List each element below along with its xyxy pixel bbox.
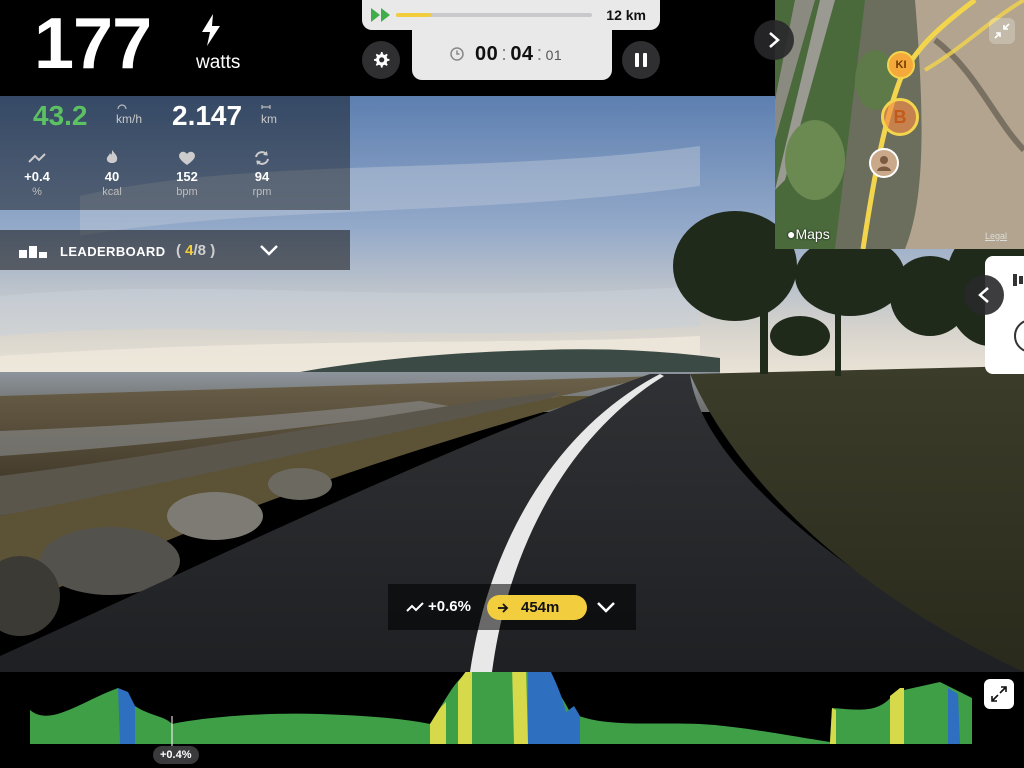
time-fraction: 01 — [545, 47, 563, 63]
profile-band-yellow-2 — [458, 672, 472, 744]
leaderboard-icon — [19, 246, 47, 258]
fast-forward-icon[interactable] — [371, 8, 391, 22]
pause-icon — [635, 53, 647, 67]
heart-rate-stat: 152 bpm — [157, 150, 217, 198]
time-hours: 00 — [475, 43, 499, 65]
profile-band-yellow-1 — [430, 702, 446, 744]
profile-band-yellow-3 — [512, 672, 528, 744]
my-position-marker[interactable] — [869, 148, 899, 178]
calories-stat: 40 kcal — [82, 150, 142, 198]
expand-elevation-button[interactable] — [984, 679, 1014, 709]
incline-icon — [28, 153, 46, 163]
collapse-map-button[interactable] — [989, 18, 1015, 44]
timer-panel: 00:04:01 — [412, 30, 612, 80]
rider-marker-b[interactable]: B — [881, 98, 919, 136]
cadence-stat: 94 rpm — [232, 150, 292, 198]
distance-value: 2.147 — [172, 100, 243, 131]
power-value: 177 — [34, 4, 152, 84]
calories-unit: kcal — [102, 186, 122, 198]
profile-band-blue-2 — [566, 706, 580, 744]
stats-panel: 43.2 km/h 2.147 km +0.4 % 40 kcal 152 bp… — [0, 96, 350, 210]
leaderboard-rank: 4 — [185, 242, 194, 259]
side-panel-card[interactable] — [985, 256, 1024, 374]
cadence-value: 94 — [254, 169, 270, 184]
rider-marker-ki[interactable]: KI — [887, 51, 915, 79]
map-legal-link[interactable]: Legal — [985, 231, 1007, 241]
flame-icon — [106, 150, 118, 163]
side-panel-prev-button[interactable] — [964, 275, 1004, 315]
upcoming-grade-bar: +0.6% 454m — [388, 584, 636, 630]
heart-rate-unit: bpm — [176, 186, 198, 198]
gear-icon — [374, 52, 390, 68]
route-progress-fill — [396, 13, 432, 17]
speed-unit: km/h — [116, 112, 143, 126]
chevron-right-icon — [769, 32, 780, 48]
route-map[interactable]: KI B ●Maps Legal — [775, 0, 1024, 249]
collapse-icon — [994, 23, 1010, 39]
incline-icon — [406, 602, 424, 612]
grade-unit: % — [32, 186, 42, 198]
maps-brand-label: Maps — [795, 226, 830, 242]
upcoming-grade: +0.6% — [428, 598, 471, 615]
maps-brand: ●Maps — [787, 226, 830, 242]
route-total-distance: 12 km — [606, 7, 646, 23]
speed-value: 43.2 — [33, 100, 88, 131]
profile-band-yellow-4 — [830, 708, 836, 744]
clock-icon — [450, 47, 464, 61]
calories-value: 40 — [104, 169, 120, 184]
distance-unit: km — [261, 112, 277, 126]
route-progress-panel: 12 km — [362, 0, 660, 30]
profile-band-blue-3 — [118, 688, 135, 744]
elevation-profile[interactable]: +0.4% — [0, 672, 1024, 768]
chevron-down-icon[interactable] — [595, 600, 617, 614]
pause-button[interactable] — [622, 41, 660, 79]
avatar-icon — [877, 156, 891, 171]
leaderboard-toggle[interactable]: LEADERBOARD ( 4/8 ) — [0, 230, 350, 270]
route-progress-bar — [396, 13, 592, 17]
distance-ahead-pill: 454m — [487, 595, 587, 620]
heart-rate-value: 152 — [176, 169, 198, 184]
speed-icon — [117, 104, 127, 110]
arrow-right-icon — [498, 603, 509, 613]
settings-button[interactable] — [362, 41, 400, 79]
power-unit: watts — [196, 52, 241, 73]
profile-band-yellow-5 — [890, 688, 904, 744]
distance-icon — [261, 105, 271, 109]
profile-band-blue-1 — [528, 672, 566, 744]
ring-icon — [1014, 320, 1024, 352]
heart-icon — [179, 151, 195, 165]
leaderboard-position: ( 4/8 ) — [176, 242, 216, 259]
current-grade-tag: +0.4% — [153, 746, 199, 764]
top-bar: 177 watts 12 km 00:04:01 — [0, 0, 775, 96]
map-next-button[interactable] — [754, 20, 794, 60]
grade-value: +0.4 — [24, 169, 50, 184]
grade-stat: +0.4 % — [7, 150, 67, 198]
cadence-unit: rpm — [252, 186, 272, 198]
time-minutes: 04 — [510, 43, 534, 65]
cadence-icon — [255, 151, 269, 165]
expand-icon — [991, 686, 1007, 702]
chevron-down-icon[interactable] — [258, 243, 280, 257]
elapsed-time: 00:04:01 — [475, 43, 563, 65]
dumbbell-icon — [1013, 274, 1023, 286]
distance-ahead-value: 454m — [521, 599, 560, 616]
bolt-icon — [202, 14, 220, 46]
leaderboard-title: LEADERBOARD — [60, 244, 166, 259]
leaderboard-total: /8 — [193, 242, 207, 259]
chevron-left-icon — [978, 287, 989, 303]
